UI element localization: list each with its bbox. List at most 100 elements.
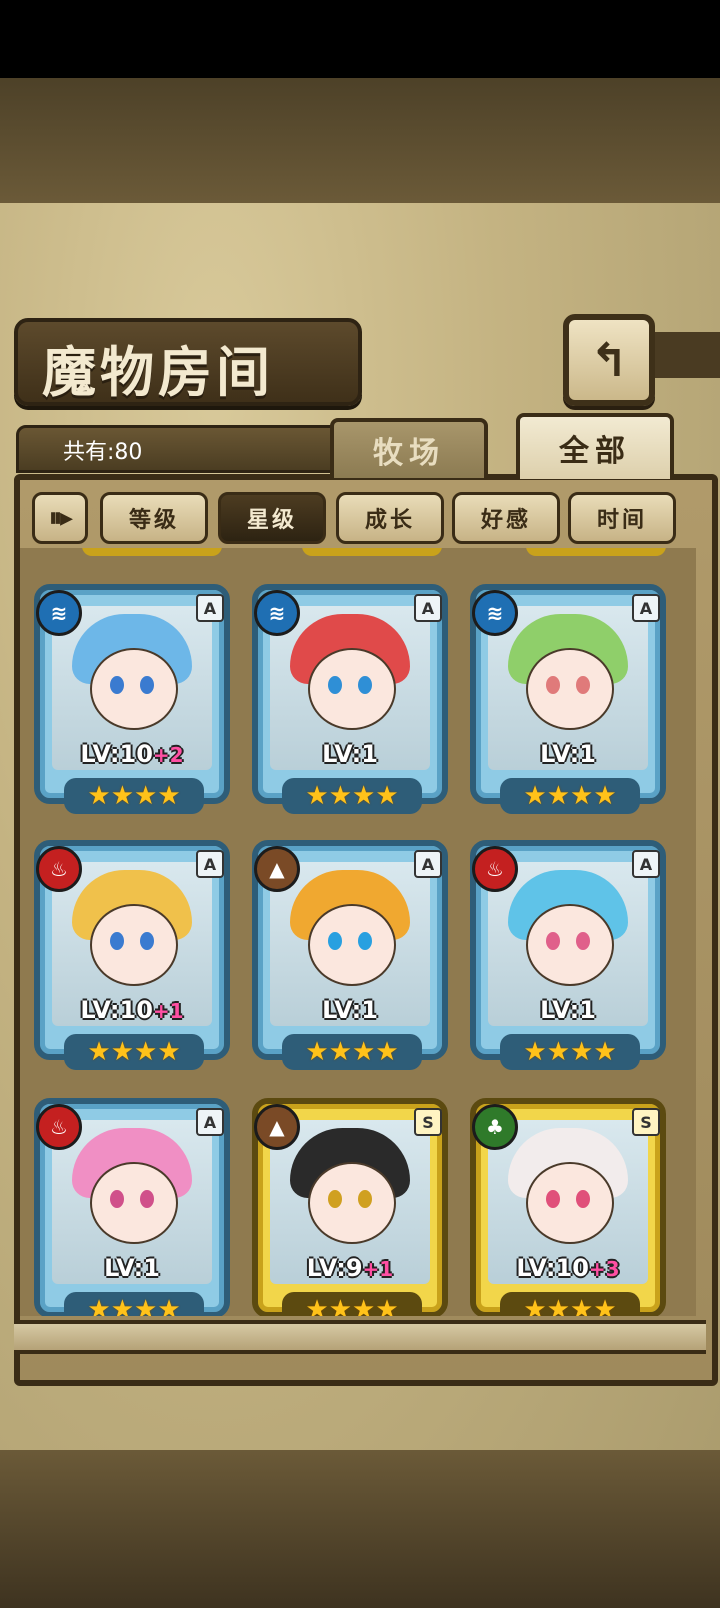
portrait-eye	[358, 676, 372, 694]
water-element-icon: ≋	[254, 590, 300, 636]
back-button[interactable]: ↰	[563, 314, 655, 406]
level-bonus: +1	[362, 1257, 394, 1281]
sort-affection-button[interactable]: 好感	[452, 492, 560, 544]
star-rating: ★ ★ ★ ★	[282, 1292, 422, 1316]
star-icon: ★	[110, 1037, 134, 1067]
star-icon: ★	[110, 781, 134, 811]
portrait-eye	[546, 932, 560, 950]
sort-level-button[interactable]: 等级	[100, 492, 208, 544]
star-rating: ★ ★ ★ ★	[64, 1292, 204, 1316]
monster-card[interactable]: ♨ A LV:1 ★ ★ ★ ★	[470, 840, 670, 1078]
portrait-face	[526, 648, 614, 730]
page-title: 魔物房间	[42, 340, 274, 404]
rank-badge: A	[196, 1108, 224, 1136]
star-icon: ★	[375, 781, 399, 811]
monster-card[interactable]: ♨ A LV:10+1 ★ ★ ★ ★	[34, 840, 234, 1078]
star-icon: ★	[134, 1037, 158, 1067]
level-bonus: +1	[152, 999, 184, 1023]
rank-badge: S	[414, 1108, 442, 1136]
portrait-eye	[140, 932, 154, 950]
level-bonus: +3	[588, 1257, 620, 1281]
level-label: LV:10+2	[34, 740, 230, 768]
fire-element-icon: ♨	[36, 846, 82, 892]
portrait-face	[526, 904, 614, 986]
star-icon: ★	[375, 1037, 399, 1067]
portrait-face	[90, 1162, 178, 1244]
star-rating: ★ ★ ★ ★	[500, 778, 640, 814]
sort-direction-button[interactable]: ⏸▸	[32, 492, 88, 544]
sort-time-button[interactable]: 时间	[568, 492, 676, 544]
fire-element-icon: ♨	[36, 1104, 82, 1150]
portrait-face	[308, 904, 396, 986]
star-icon: ★	[328, 1295, 352, 1316]
level-label: LV:1	[252, 740, 448, 768]
tab-all[interactable]: 全部	[516, 413, 674, 479]
monster-card[interactable]: ≋ A LV:1 ★ ★ ★ ★	[252, 584, 452, 822]
level-value: LV:1	[540, 996, 596, 1024]
portrait-eye	[140, 1190, 154, 1208]
star-icon: ★	[523, 1295, 547, 1316]
level-label: LV:1	[470, 996, 666, 1024]
rank-badge: A	[196, 850, 224, 878]
earth-element-icon: ▲	[254, 846, 300, 892]
count-bar: 共有:80	[16, 425, 352, 473]
level-label: LV:9+1	[252, 1254, 448, 1282]
portrait-eye	[328, 1190, 342, 1208]
monster-card[interactable]: ▲ A LV:1 ★ ★ ★ ★	[252, 840, 452, 1078]
star-icon: ★	[352, 781, 376, 811]
partial-stars	[82, 548, 222, 556]
star-icon: ★	[87, 1295, 111, 1316]
star-icon: ★	[305, 781, 329, 811]
star-icon: ★	[546, 1037, 570, 1067]
level-value: LV:10	[516, 1254, 589, 1282]
earth-element-icon: ▲	[254, 1104, 300, 1150]
portrait-eye	[328, 932, 342, 950]
tab-ranch[interactable]: 牧场	[330, 418, 488, 478]
monster-card[interactable]: ▲ S LV:9+1 ★ ★ ★ ★	[252, 1098, 452, 1316]
monster-card[interactable]: ≋ A LV:1 ★ ★ ★ ★	[470, 584, 670, 822]
portrait-face	[526, 1162, 614, 1244]
rank-badge: S	[632, 1108, 660, 1136]
wood-element-icon: ♣	[472, 1104, 518, 1150]
star-icon: ★	[570, 1037, 594, 1067]
portrait-eye	[546, 676, 560, 694]
sort-direction-icon: ⏸▸	[48, 502, 73, 533]
star-icon: ★	[593, 1295, 617, 1316]
star-icon: ★	[305, 1037, 329, 1067]
bottom-decor-band	[0, 1450, 720, 1608]
rank-badge: A	[632, 850, 660, 878]
level-value: LV:1	[322, 740, 378, 768]
portrait-face	[90, 904, 178, 986]
star-icon: ★	[87, 1037, 111, 1067]
star-rating: ★ ★ ★ ★	[500, 1034, 640, 1070]
star-icon: ★	[157, 1037, 181, 1067]
rank-badge: A	[196, 594, 224, 622]
level-value: LV:1	[322, 996, 378, 1024]
monster-card[interactable]: ≋ A LV:10+2 ★ ★ ★ ★	[34, 584, 234, 822]
portrait-eye	[140, 676, 154, 694]
star-rating: ★ ★ ★ ★	[64, 1034, 204, 1070]
level-bonus: +2	[152, 743, 184, 767]
star-icon: ★	[328, 1037, 352, 1067]
portrait-face	[308, 1162, 396, 1244]
portrait-eye	[110, 1190, 124, 1208]
level-value: LV:1	[540, 740, 596, 768]
rank-badge: A	[414, 850, 442, 878]
level-value: LV:1	[104, 1254, 160, 1282]
star-icon: ★	[87, 781, 111, 811]
star-icon: ★	[593, 1037, 617, 1067]
card-grid: ≋ A LV:10+2 ★ ★ ★ ★ ≋ A LV:1 ★ ★ ★ ★ ≋ A LV:1 ★ ★ ★ ★ ♨ A LV:10…	[20, 548, 696, 1316]
monster-card[interactable]: ♣ S LV:10+3 ★ ★ ★ ★	[470, 1098, 670, 1316]
star-rating: ★ ★ ★ ★	[64, 778, 204, 814]
partial-stars	[302, 548, 442, 556]
sort-growth-button[interactable]: 成长	[336, 492, 444, 544]
star-icon: ★	[593, 781, 617, 811]
portrait-eye	[358, 932, 372, 950]
sort-star-button[interactable]: 星级	[218, 492, 326, 544]
star-icon: ★	[328, 781, 352, 811]
return-arrow-icon: ↰	[589, 333, 629, 387]
level-value: LV:9	[306, 1254, 363, 1282]
portrait-eye	[358, 1190, 372, 1208]
portrait-eye	[546, 1190, 560, 1208]
monster-card[interactable]: ♨ A LV:1 ★ ★ ★ ★	[34, 1098, 234, 1316]
